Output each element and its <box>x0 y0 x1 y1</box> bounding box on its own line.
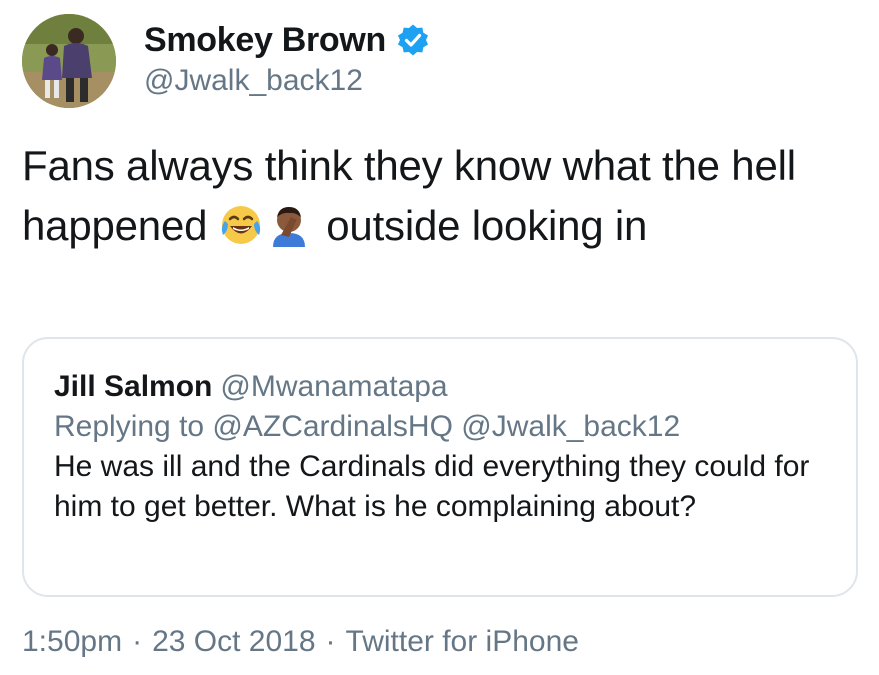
tweet-meta: 1:50pm · 23 Oct 2018 · Twitter for iPhone <box>22 622 579 662</box>
author-name[interactable]: Smokey Brown <box>144 21 386 60</box>
quoted-reply-line: Replying to @AZCardinalsHQ @Jwalk_back12 <box>54 410 681 443</box>
quoted-tweet-text: He was ill and the Cardinals did everyth… <box>54 450 810 523</box>
author-handle[interactable]: @Jwalk_back12 <box>144 64 363 98</box>
face-with-tears-of-joy-icon <box>219 203 263 247</box>
meta-separator: · <box>325 625 336 658</box>
tweet-time[interactable]: 1:50pm <box>22 625 122 658</box>
quoted-author-name: Jill Salmon <box>54 370 213 403</box>
quoted-tweet-header: Jill Salmon @Mwanamatapa <box>54 367 448 407</box>
tweet-text-part2: outside looking in <box>326 202 648 249</box>
meta-separator: · <box>132 625 143 658</box>
avatar[interactable] <box>22 14 116 108</box>
quoted-tweet[interactable]: Jill Salmon @Mwanamatapa Replying to @AZC… <box>22 337 858 597</box>
tweet-source[interactable]: Twitter for iPhone <box>346 625 579 658</box>
quoted-author-handle: @Mwanamatapa <box>220 370 448 403</box>
tweet-date[interactable]: 23 Oct 2018 <box>152 625 315 658</box>
author-name-row: Smokey Brown <box>144 18 430 62</box>
tweet-text: Fans always think they know what the hel… <box>22 136 872 256</box>
tweet-card: Smokey Brown @Jwalk_back12 Fans always t… <box>0 0 879 675</box>
verified-badge-icon <box>396 23 430 57</box>
person-facepalming-icon <box>267 203 311 247</box>
